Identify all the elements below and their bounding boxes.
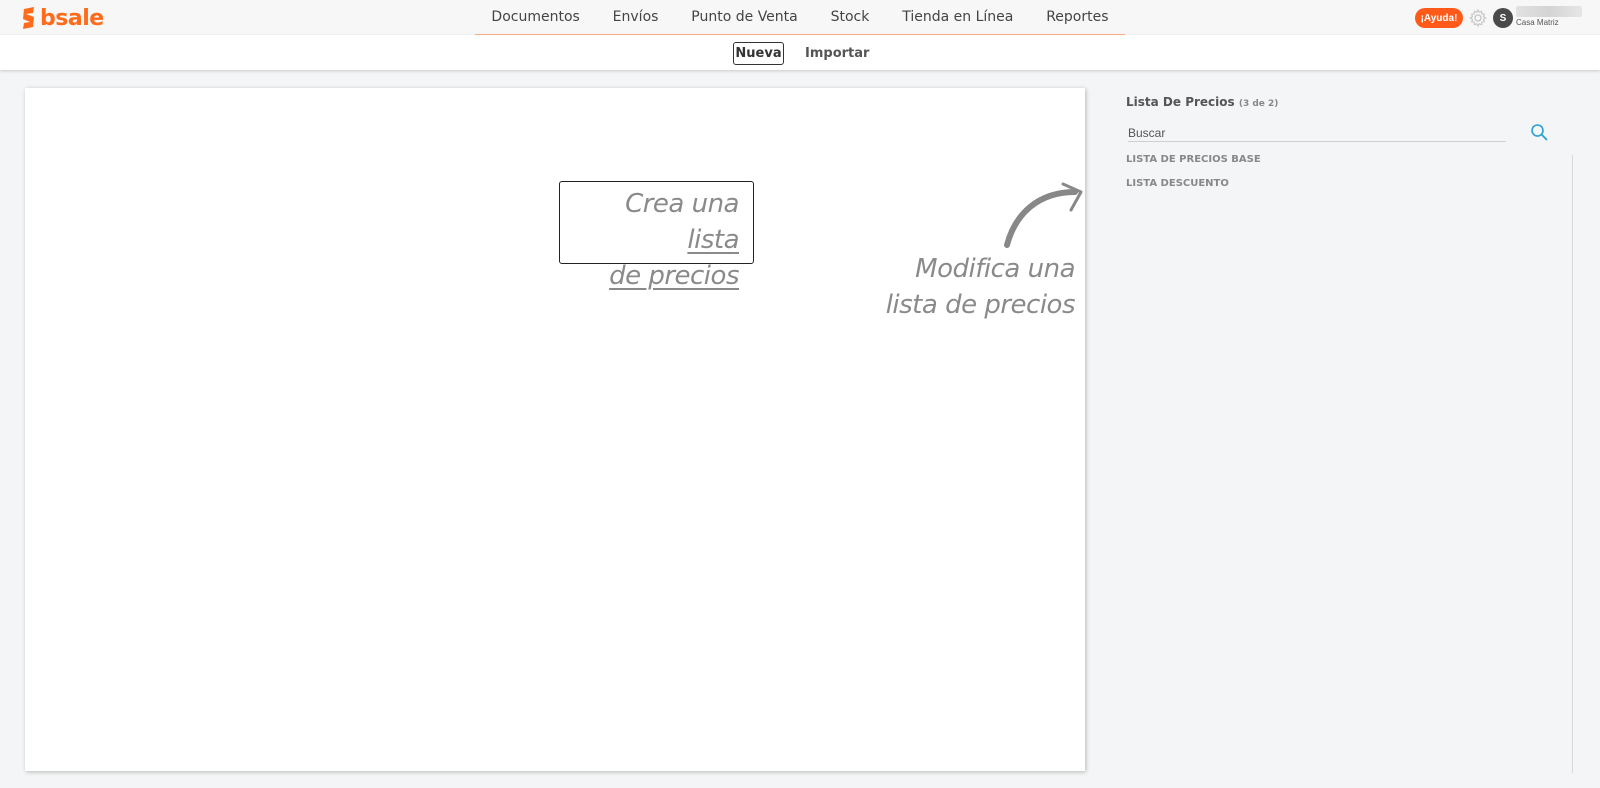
price-list-count: (3 de 2): [1238, 99, 1279, 109]
sidebar-scrollbar[interactable]: [1572, 155, 1573, 773]
search-icon[interactable]: [1530, 123, 1548, 141]
bsale-logo-icon: [23, 7, 34, 29]
list-item-precios-base[interactable]: LISTA DE PRECIOS BASE: [1126, 153, 1261, 177]
curved-arrow-icon: [1004, 182, 1083, 248]
help-button[interactable]: ¡Ayuda!: [1415, 8, 1463, 28]
price-list-title-text: Lista De Precios: [1126, 95, 1235, 109]
nav-tienda-en-linea[interactable]: Tienda en Línea: [896, 9, 1019, 25]
create-hint-text-a: Crea una: [625, 189, 739, 219]
nav-envios[interactable]: Envíos: [607, 9, 665, 25]
sub-navigation: Nueva Importar: [0, 35, 1600, 70]
new-button[interactable]: Nueva: [733, 42, 784, 65]
search-input[interactable]: [1128, 124, 1506, 142]
main-panel: Crea una lista de precios Modifica una l…: [25, 88, 1085, 771]
create-hint-line1: Crea una lista: [568, 186, 739, 258]
list-item-descuento[interactable]: LISTA DESCUENTO: [1126, 177, 1261, 201]
user-menu[interactable]: Casa Matriz: [1516, 6, 1586, 27]
top-bar: bsale Documentos Envíos Punto de Venta S…: [0, 0, 1600, 36]
nav-stock[interactable]: Stock: [825, 9, 876, 25]
user-name-redacted: [1516, 6, 1582, 17]
price-list-title: Lista De Precios (3 de 2): [1126, 95, 1278, 109]
avatar[interactable]: S: [1493, 8, 1513, 28]
price-list-items: LISTA DE PRECIOS BASE LISTA DESCUENTO: [1126, 153, 1261, 201]
modify-hint-line1: Modifica una: [915, 254, 1075, 284]
create-hint-text-b: lista: [687, 225, 739, 255]
branch-label: Casa Matriz: [1516, 18, 1559, 27]
nav-documentos[interactable]: Documentos: [485, 9, 585, 25]
nav-reportes[interactable]: Reportes: [1040, 9, 1114, 25]
gear-icon[interactable]: [1468, 8, 1488, 28]
modify-hint-line2: lista de precios: [885, 290, 1076, 320]
brand-name: bsale: [40, 5, 104, 31]
nav-punto-de-venta[interactable]: Punto de Venta: [685, 9, 803, 25]
brand-logo[interactable]: bsale: [21, 5, 104, 31]
create-price-list-hint[interactable]: Crea una lista de precios: [559, 181, 754, 291]
import-button[interactable]: Importar: [805, 42, 869, 65]
main-navigation: Documentos Envíos Punto de Venta Stock T…: [475, 0, 1125, 36]
create-hint-line2: de precios: [609, 261, 739, 291]
modify-price-list-hint: Modifica una lista de precios: [815, 251, 1076, 323]
